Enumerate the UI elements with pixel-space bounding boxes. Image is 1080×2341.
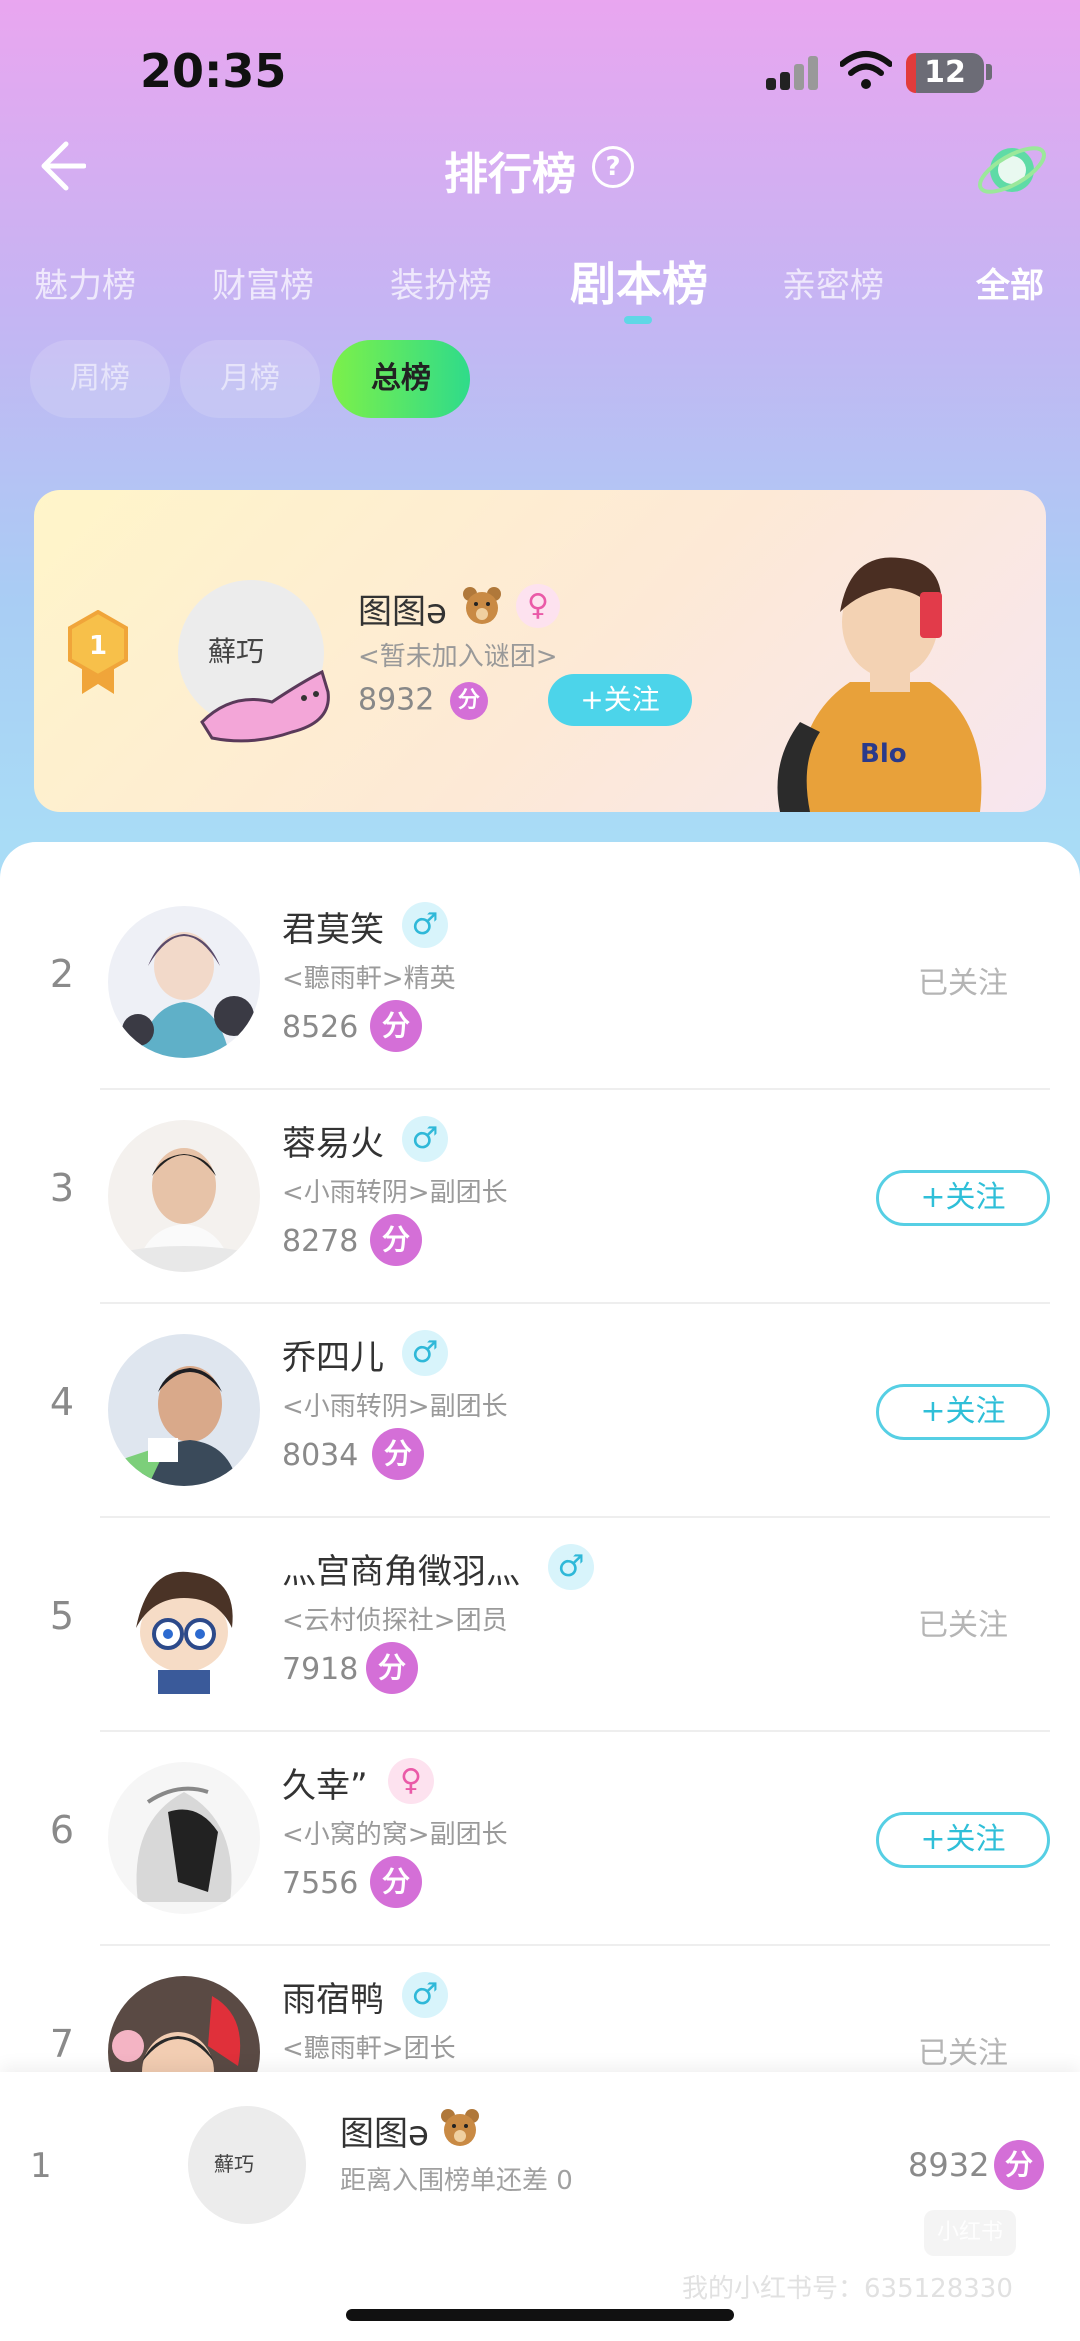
male-icon: ♂ bbox=[402, 1116, 448, 1162]
tab-script[interactable]: 剧本榜 bbox=[570, 248, 708, 314]
user-name: 乔四儿 bbox=[282, 1338, 384, 1378]
user-name: 灬宫商角徵羽灬 bbox=[282, 1552, 520, 1592]
top-user-score: 8932 分 bbox=[358, 682, 488, 720]
user-score: 7918 bbox=[282, 1652, 359, 1687]
user-group: <小窝的窝>副团长 bbox=[282, 1820, 508, 1850]
follow-button[interactable]: +关注 bbox=[876, 1170, 1050, 1226]
watermark-logo: 小红书 bbox=[924, 2210, 1016, 2256]
home-indicator[interactable] bbox=[346, 2309, 734, 2321]
rank-number: 5 bbox=[49, 1594, 75, 1638]
user-name: 久幸” bbox=[282, 1766, 368, 1806]
help-icon[interactable]: ? bbox=[592, 146, 634, 188]
male-icon: ♂ bbox=[402, 1330, 448, 1376]
rank-number: 3 bbox=[49, 1166, 75, 1210]
my-rank-gap: 距离入围榜单还差 0 bbox=[340, 2166, 573, 2196]
rank-1-medal-icon: 1 bbox=[68, 610, 128, 694]
status-time: 20:35 bbox=[140, 44, 287, 98]
user-group: <云村侦探社>团员 bbox=[282, 1606, 508, 1636]
top-user-group: <暂未加入谜团> bbox=[358, 642, 558, 672]
avatar[interactable] bbox=[108, 1334, 260, 1486]
list-item[interactable]: 4 乔四儿 ♂ <小雨转阴>副团长 8034 分 +关注 bbox=[0, 1304, 1080, 1518]
user-score: 8278 bbox=[282, 1224, 359, 1259]
battery-indicator: 12 bbox=[906, 53, 984, 93]
score-unit-badge: 分 bbox=[366, 1642, 418, 1694]
female-icon: ♀ bbox=[388, 1758, 434, 1804]
avatar-signature: 蘚巧 bbox=[214, 2152, 254, 2176]
follow-button[interactable]: +关注 bbox=[876, 1384, 1050, 1440]
user-group: <聽雨軒>团长 bbox=[282, 2034, 456, 2064]
signal-icon bbox=[766, 56, 822, 90]
rank-number: 4 bbox=[49, 1380, 75, 1424]
score-unit-badge: 分 bbox=[994, 2140, 1044, 2190]
my-avatar[interactable]: 蘚巧 bbox=[188, 2106, 306, 2224]
wifi-icon bbox=[840, 51, 892, 89]
user-name: 蓉易火 bbox=[282, 1124, 384, 1164]
avatar[interactable] bbox=[108, 906, 260, 1058]
male-icon: ♂ bbox=[548, 1544, 594, 1590]
period-total[interactable]: 总榜 bbox=[332, 340, 470, 418]
score-unit-badge: 分 bbox=[449, 682, 488, 720]
avatar[interactable] bbox=[108, 1762, 260, 1914]
tab-intimacy[interactable]: 亲密榜 bbox=[782, 258, 884, 307]
rank-number: 2 bbox=[49, 952, 75, 996]
male-icon: ♂ bbox=[402, 902, 448, 948]
followed-status[interactable]: 已关注 bbox=[918, 2028, 1008, 2072]
svg-text:Blo: Blo bbox=[860, 739, 907, 769]
rank-number: 6 bbox=[49, 1808, 75, 1852]
my-score: 8932 bbox=[908, 2146, 990, 2184]
followed-status[interactable]: 已关注 bbox=[918, 1600, 1008, 1644]
score-unit-badge: 分 bbox=[370, 1214, 422, 1266]
user-group: <小雨转阴>副团长 bbox=[282, 1392, 508, 1422]
period-week[interactable]: 周榜 bbox=[30, 340, 170, 418]
avatar[interactable] bbox=[108, 1120, 260, 1272]
bear-icon bbox=[463, 587, 501, 624]
followed-status[interactable]: 已关注 bbox=[918, 958, 1008, 1002]
user-group: <聽雨軒>精英 bbox=[282, 964, 456, 994]
male-icon: ♂ bbox=[402, 1972, 448, 2018]
list-item[interactable]: 2 君莫笑 ♂ <聽雨軒>精英 8526 分 已关注 bbox=[0, 876, 1080, 1090]
list-item[interactable]: 3 蓉易火 ♂ <小雨转阴>副团长 8278 分 +关注 bbox=[0, 1090, 1080, 1304]
rank-number: 7 bbox=[49, 2022, 75, 2066]
user-score: 8526 bbox=[282, 1010, 359, 1045]
user-score: 7556 bbox=[282, 1866, 359, 1901]
list-item[interactable]: 5 灬宫商角徵羽灬 ♂ <云村侦探社>团员 7918 分 已关注 bbox=[0, 1518, 1080, 1732]
planet-icon[interactable] bbox=[972, 130, 1052, 210]
tab-dressup[interactable]: 装扮榜 bbox=[390, 258, 492, 307]
score-unit-badge: 分 bbox=[372, 1428, 424, 1480]
top-user-name: 图图ə bbox=[358, 592, 447, 632]
cat-decoration-icon bbox=[200, 669, 330, 743]
follow-button[interactable]: +关注 bbox=[876, 1812, 1050, 1868]
user-name: 雨宿鸭 bbox=[282, 1980, 384, 2020]
tab-wealth[interactable]: 财富榜 bbox=[212, 258, 314, 307]
page-title: 排行榜 bbox=[444, 149, 576, 200]
score-unit-badge: 分 bbox=[370, 1856, 422, 1908]
my-rank-number: 1 bbox=[30, 2146, 52, 2186]
my-name: 图图ə bbox=[340, 2114, 429, 2154]
avatar[interactable] bbox=[108, 1548, 260, 1700]
period-month[interactable]: 月榜 bbox=[180, 340, 320, 418]
battery-tip bbox=[986, 64, 992, 80]
score-unit-badge: 分 bbox=[370, 1000, 422, 1052]
character-illustration-icon: Blo bbox=[777, 557, 982, 812]
follow-button[interactable]: +关注 bbox=[548, 674, 692, 726]
watermark: 我的小红书号：635128330 bbox=[682, 2274, 1013, 2304]
tab-active-indicator bbox=[624, 316, 652, 324]
female-icon: ♀ bbox=[516, 584, 560, 628]
tab-charm[interactable]: 魅力榜 bbox=[34, 258, 136, 307]
user-name: 君莫笑 bbox=[282, 910, 384, 950]
list-item[interactable]: 6 久幸” ♀ <小窝的窝>副团长 7556 分 +关注 bbox=[0, 1732, 1080, 1946]
user-score: 8034 bbox=[282, 1438, 359, 1473]
user-group: <小雨转阴>副团长 bbox=[282, 1178, 508, 1208]
medal-rank-text: 1 bbox=[89, 631, 107, 661]
tab-all[interactable]: 全部 bbox=[976, 258, 1044, 307]
bear-icon bbox=[441, 2109, 479, 2146]
